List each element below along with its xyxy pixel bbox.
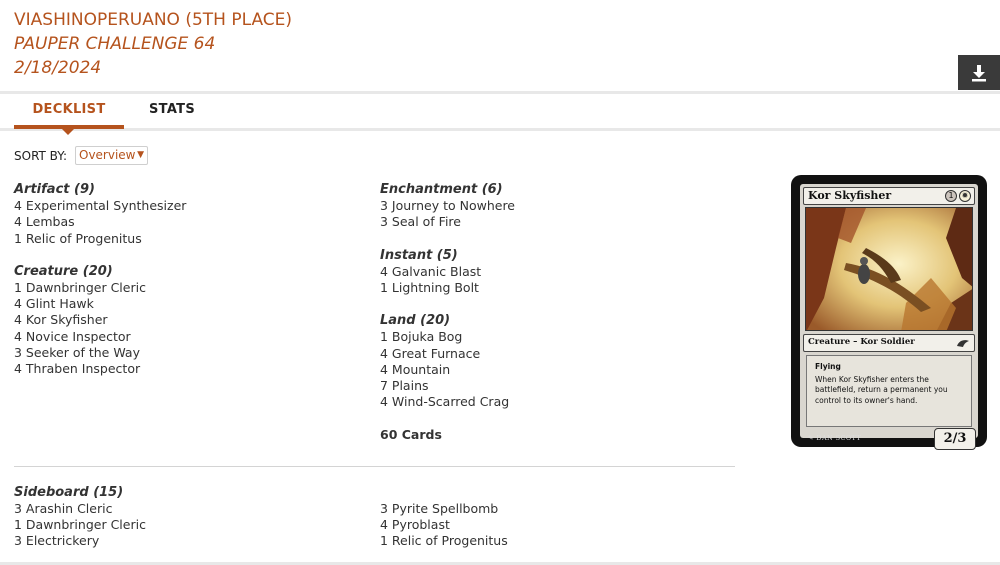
card-line[interactable]: 4 Great Furnace [380, 346, 515, 362]
category-title: Enchantment (6) [380, 182, 503, 197]
category-instant: Instant (5) 4 Galvanic Blast 1 Lightning… [380, 248, 515, 297]
set-symbol-icon [957, 340, 969, 347]
card-line[interactable]: 4 Thraben Inspector [14, 361, 186, 377]
card-line[interactable]: 1 Bojuka Bog [380, 329, 515, 345]
card-line[interactable]: 1 Dawnbringer Cleric [14, 517, 146, 533]
card-rules-box: Flying When Kor Skyfisher enters the bat… [806, 355, 972, 427]
event-date: 2/18/2024 [14, 58, 102, 78]
card-line[interactable]: 3 Electrickery [14, 533, 146, 549]
active-tab-caret [62, 129, 74, 135]
card-line[interactable]: 3 Seal of Fire [380, 214, 515, 230]
card-line[interactable]: 3 Seeker of the Way [14, 345, 186, 361]
sideboard-right-column: 3 Pyrite Spellbomb 4 Pyroblast 1 Relic o… [380, 501, 508, 550]
card-art [805, 207, 973, 331]
category-enchantment: Enchantment (6) 3 Journey to Nowhere 3 S… [380, 182, 515, 231]
card-line[interactable]: 3 Pyrite Spellbomb [380, 501, 508, 517]
player-name: VIASHINOPERUANO (5TH PLACE) [14, 10, 293, 30]
decklist-right-column: Enchantment (6) 3 Journey to Nowhere 3 S… [380, 182, 515, 444]
card-line[interactable]: 4 Mountain [380, 362, 515, 378]
tab-stats[interactable]: STATS [149, 102, 195, 117]
event-name: PAUPER CHALLENGE 64 [14, 34, 216, 54]
card-line[interactable]: 1 Relic of Progenitus [380, 533, 508, 549]
card-name-bar: Kor Skyfisher 1 ✹ [803, 187, 975, 205]
card-type: Creature – Kor Soldier [808, 337, 915, 347]
card-line[interactable]: 1 Lightning Bolt [380, 280, 515, 296]
card-preview: Kor Skyfisher 1 ✹ Creature – Kor Soldier… [791, 175, 987, 450]
chevron-down-icon: ▼ [137, 150, 144, 160]
card-line[interactable]: 4 Glint Hawk [14, 296, 186, 312]
download-button[interactable] [958, 55, 1000, 90]
deck-header: VIASHINOPERUANO (5TH PLACE) PAUPER CHALL… [14, 8, 292, 80]
category-land: Land (20) 1 Bojuka Bog 4 Great Furnace 4… [380, 313, 515, 410]
card-line[interactable]: 1 Dawnbringer Cleric [14, 280, 186, 296]
card-type-bar: Creature – Kor Soldier [803, 334, 975, 352]
card-rules-text: When Kor Skyfisher enters the battlefiel… [815, 374, 948, 405]
white-mana-icon: ✹ [959, 190, 971, 202]
artist-name: DAN SCOTT [816, 434, 862, 442]
sideboard-left-column: 3 Arashin Cleric 1 Dawnbringer Cleric 3 … [14, 501, 146, 550]
card-line[interactable]: 3 Arashin Cleric [14, 501, 146, 517]
sort-value: Overview [79, 148, 136, 162]
decklist-left-column: Artifact (9) 4 Experimental Synthesizer … [14, 182, 186, 394]
card-line[interactable]: 4 Pyroblast [380, 517, 508, 533]
download-icon [972, 64, 986, 81]
sideboard-title: Sideboard (15) [14, 485, 124, 500]
card-keyword: Flying [815, 362, 841, 371]
card-power-toughness: 2/3 [934, 428, 976, 450]
mana-cost: 1 ✹ [945, 190, 971, 202]
card-line[interactable]: 7 Plains [380, 378, 515, 394]
card-line[interactable]: 4 Kor Skyfisher [14, 312, 186, 328]
card-frame: Kor Skyfisher 1 ✹ Creature – Kor Soldier… [800, 184, 978, 450]
category-title: Instant (5) [380, 247, 458, 263]
card-art-illustration [806, 208, 972, 330]
card-line[interactable]: 1 Relic of Progenitus [14, 231, 186, 247]
card-line[interactable]: 4 Galvanic Blast [380, 264, 515, 280]
card-line[interactable]: 4 Wind-Scarred Crag [380, 394, 515, 410]
card-name: Kor Skyfisher [808, 189, 892, 202]
tab-decklist[interactable]: DECKLIST [14, 102, 124, 117]
category-title: Land (20) [380, 313, 451, 329]
generic-mana-icon: 1 [945, 190, 957, 202]
card-line[interactable]: 4 Lembas [14, 214, 186, 230]
card-line[interactable]: 4 Experimental Synthesizer [14, 198, 186, 214]
sort-select[interactable]: Overview ▼ [75, 146, 148, 165]
sort-label: SORT BY: [14, 149, 68, 163]
category-title: Creature (20) [14, 263, 113, 279]
category-artifact: Artifact (9) 4 Experimental Synthesizer … [14, 182, 186, 247]
card-line[interactable]: 3 Journey to Nowhere [380, 198, 515, 214]
header-divider [0, 91, 1000, 94]
tabs-divider [0, 128, 1000, 131]
card-line[interactable]: 4 Novice Inspector [14, 329, 186, 345]
category-title: Artifact (9) [14, 182, 95, 197]
category-creature: Creature (20) 1 Dawnbringer Cleric 4 Gli… [14, 264, 186, 377]
card-total: 60 Cards [380, 427, 442, 443]
card-artist: ✎ DAN SCOTT [808, 434, 861, 442]
sideboard-divider [14, 466, 735, 467]
paintbrush-icon: ✎ [808, 434, 814, 442]
